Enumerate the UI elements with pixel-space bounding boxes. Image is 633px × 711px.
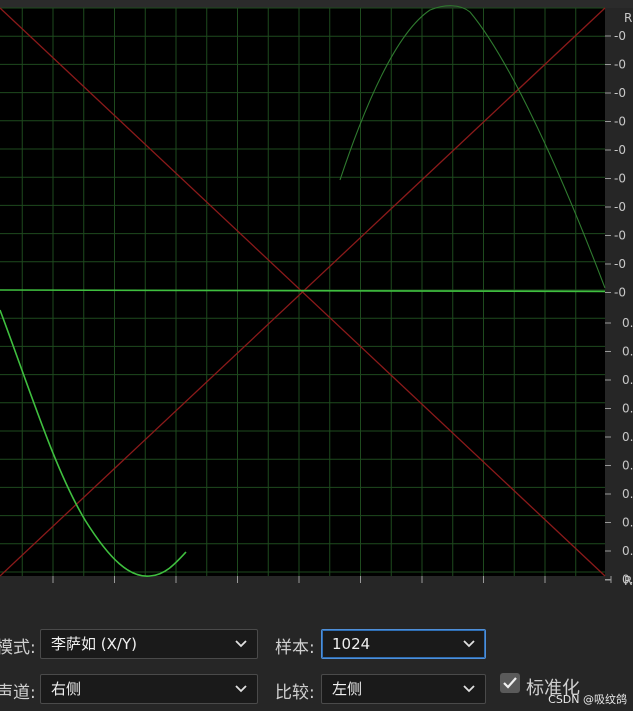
right-axis-label: -0 bbox=[614, 58, 626, 72]
right-axis-label: -0 bbox=[614, 229, 626, 243]
right-axis-label: -0 bbox=[614, 200, 626, 214]
right-axis-label: -0 bbox=[614, 286, 626, 300]
right-axis-label: 0. bbox=[622, 316, 633, 330]
right-axis-label: -0 bbox=[614, 257, 626, 271]
right-axis-label: 0. bbox=[622, 402, 633, 416]
chevron-down-icon bbox=[463, 685, 475, 693]
right-axis-label: 0. bbox=[622, 345, 633, 359]
right-axis-bottom-label: R bbox=[624, 574, 632, 588]
right-axis-label: 0. bbox=[622, 373, 633, 387]
samples-select[interactable]: 1024 bbox=[321, 629, 486, 659]
chevron-down-icon bbox=[463, 640, 475, 648]
channel-select[interactable]: 右侧 bbox=[40, 674, 258, 704]
lissajous-scope: R-0-0-0-0-0-0-0-0-0-00.0.0.0.0.0.0.0.0.0… bbox=[0, 5, 633, 590]
mode-select[interactable]: 李萨如 (X/Y) bbox=[40, 629, 258, 659]
right-axis-label: 0. bbox=[622, 459, 633, 473]
right-axis-label: 0. bbox=[622, 487, 633, 501]
right-axis-top-label: R bbox=[624, 11, 632, 25]
samples-label: 样本: bbox=[275, 638, 315, 658]
compare-select[interactable]: 左侧 bbox=[321, 674, 486, 704]
right-axis-label: -0 bbox=[614, 86, 626, 100]
channel-select-value: 右侧 bbox=[51, 680, 82, 698]
right-axis-label: -0 bbox=[614, 29, 626, 43]
chevron-down-icon bbox=[235, 685, 247, 693]
right-axis-label: -0 bbox=[614, 172, 626, 186]
right-axis-label: -0 bbox=[614, 143, 626, 157]
mode-label: 模式: bbox=[0, 638, 36, 658]
compare-select-value: 左侧 bbox=[332, 680, 363, 698]
chevron-down-icon bbox=[235, 640, 247, 648]
checkmark-icon bbox=[503, 677, 517, 689]
watermark: CSDN @吸纹鸽 bbox=[548, 693, 627, 706]
mode-select-value: 李萨如 (X/Y) bbox=[51, 635, 137, 653]
right-axis-label: 0. bbox=[622, 544, 633, 558]
normalize-checkbox[interactable] bbox=[500, 673, 520, 693]
compare-label: 比较: bbox=[275, 683, 315, 703]
right-axis-label: 0. bbox=[622, 516, 633, 530]
right-axis-label: 0. bbox=[622, 430, 633, 444]
channel-label: 声道: bbox=[0, 683, 36, 703]
right-axis-label: -0 bbox=[614, 115, 626, 129]
samples-select-value: 1024 bbox=[332, 635, 371, 653]
